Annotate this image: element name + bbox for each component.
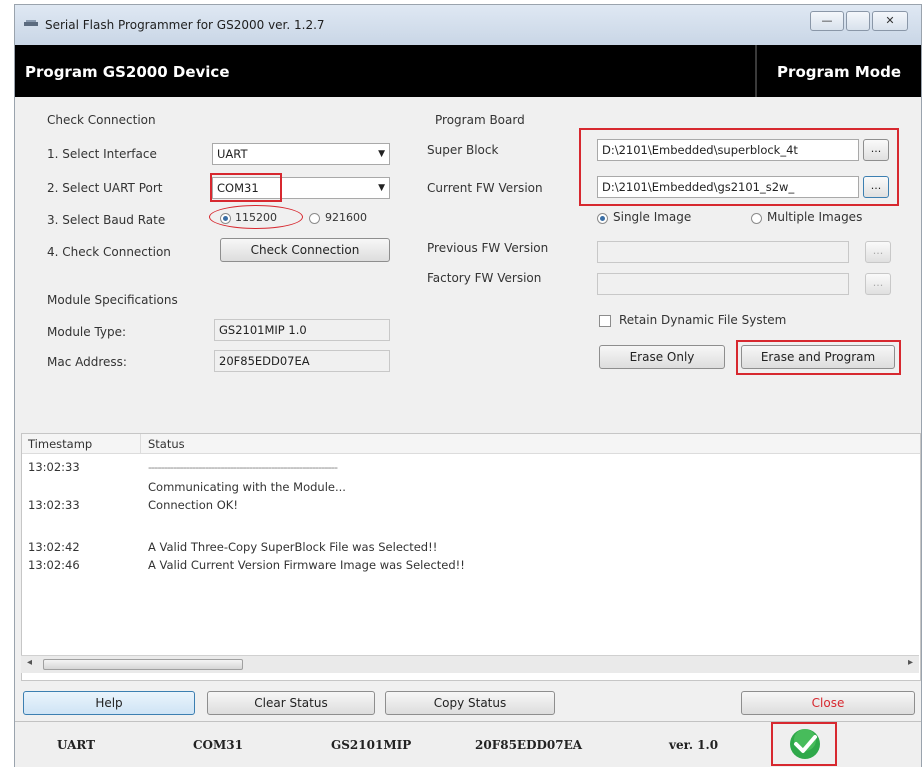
baud-label: 3. Select Baud Rate xyxy=(47,213,166,227)
close-window-button[interactable]: ✕ xyxy=(872,11,908,31)
interface-value: UART xyxy=(217,147,248,161)
super-block-label: Super Block xyxy=(427,143,499,157)
module-type-field: GS2101MIP 1.0 xyxy=(214,319,390,341)
check-connection-button[interactable]: Check Connection xyxy=(220,238,390,262)
scroll-right-icon[interactable]: ▸ xyxy=(908,657,913,668)
statusbar-version: ver. 1.0 xyxy=(669,738,719,752)
clear-status-button[interactable]: Clear Status xyxy=(207,691,375,715)
scroll-left-icon[interactable]: ◂ xyxy=(27,657,32,668)
port-label: 2. Select UART Port xyxy=(47,181,163,195)
previous-fw-browse-button[interactable]: ... xyxy=(865,241,891,263)
status-column-header: Status xyxy=(148,437,185,451)
single-image-radio[interactable] xyxy=(597,213,608,224)
module-type-value: GS2101MIP 1.0 xyxy=(219,323,307,337)
copy-status-button[interactable]: Copy Status xyxy=(385,691,555,715)
module-specs-title: Module Specifications xyxy=(47,293,178,307)
column-divider xyxy=(140,434,141,454)
port-highlight xyxy=(210,173,282,202)
timestamp-header: Timestamp xyxy=(28,437,93,451)
window-title: Serial Flash Programmer for GS2000 ver. … xyxy=(45,18,325,32)
status-bar: UART COM31 GS2101MIP 20F85EDD07EA ver. 1… xyxy=(15,721,921,767)
interface-select[interactable]: UART ▼ xyxy=(212,143,390,165)
retain-dfs-checkbox[interactable] xyxy=(599,315,611,327)
retain-dfs-label: Retain Dynamic File System xyxy=(619,313,787,327)
current-fw-label: Current FW Version xyxy=(427,181,543,195)
erase-only-button[interactable]: Erase Only xyxy=(599,345,725,369)
module-type-label: Module Type: xyxy=(47,325,127,339)
check-connection-title: Check Connection xyxy=(47,113,156,127)
baud-highlight xyxy=(209,205,303,229)
log-message: A Valid Three-Copy SuperBlock File was S… xyxy=(148,540,438,554)
maximize-button[interactable] xyxy=(846,11,870,31)
status-panel: Timestamp Status 13:02:33 --------------… xyxy=(21,433,921,681)
statusbar-mac: 20F85EDD07EA xyxy=(475,738,583,752)
firmware-files-highlight xyxy=(579,128,899,206)
erase-program-highlight xyxy=(736,340,901,375)
log-message: A Valid Current Version Firmware Image w… xyxy=(148,558,465,572)
multiple-images-label: Multiple Images xyxy=(767,210,863,224)
factory-fw-browse-button[interactable]: ... xyxy=(865,273,891,295)
app-window: Serial Flash Programmer for GS2000 ver. … xyxy=(14,4,922,767)
header-divider xyxy=(755,45,757,97)
mac-address-field: 20F85EDD07EA xyxy=(214,350,390,372)
single-image-label: Single Image xyxy=(613,210,692,224)
header-title: Program GS2000 Device xyxy=(25,63,230,81)
log-message: Communicating with the Module... xyxy=(148,480,346,494)
baud-921600-label: 921600 xyxy=(325,211,367,224)
header-bar: Program GS2000 Device Program Mode xyxy=(15,45,921,97)
status-header: Timestamp Status xyxy=(22,434,920,454)
factory-fw-label: Factory FW Version xyxy=(427,271,542,285)
multiple-images-radio[interactable] xyxy=(751,213,762,224)
mac-label: Mac Address: xyxy=(47,355,127,369)
chevron-down-icon: ▼ xyxy=(378,183,385,193)
mode-label: Program Mode xyxy=(777,63,901,81)
interface-label: 1. Select Interface xyxy=(47,147,157,161)
log-timestamp: 13:02:46 xyxy=(28,558,80,572)
close-button[interactable]: Close xyxy=(741,691,915,715)
app-icon xyxy=(24,20,38,26)
chevron-down-icon: ▼ xyxy=(378,149,385,159)
statusbar-interface: UART xyxy=(57,738,96,752)
minimize-button[interactable]: — xyxy=(810,11,844,31)
statusbar-port: COM31 xyxy=(193,738,243,752)
baud-921600-radio[interactable] xyxy=(309,213,320,224)
horizontal-scrollbar[interactable]: ◂ ▸ xyxy=(21,655,919,673)
log-timestamp: 13:02:42 xyxy=(28,540,80,554)
factory-fw-field xyxy=(597,273,849,295)
log-message: ----------------------------------------… xyxy=(148,460,338,474)
log-timestamp: 13:02:33 xyxy=(28,460,80,474)
scrollbar-thumb[interactable] xyxy=(43,659,243,670)
title-bar: Serial Flash Programmer for GS2000 ver. … xyxy=(15,5,921,45)
help-button[interactable]: Help xyxy=(23,691,195,715)
log-message: Connection OK! xyxy=(148,498,238,512)
previous-fw-field xyxy=(597,241,849,263)
log-timestamp: 13:02:33 xyxy=(28,498,80,512)
check-label: 4. Check Connection xyxy=(47,245,171,259)
mac-address-value: 20F85EDD07EA xyxy=(219,354,310,368)
program-board-title: Program Board xyxy=(435,113,525,127)
status-ok-highlight xyxy=(771,722,837,766)
previous-fw-label: Previous FW Version xyxy=(427,241,549,255)
statusbar-module: GS2101MIP xyxy=(331,738,412,752)
